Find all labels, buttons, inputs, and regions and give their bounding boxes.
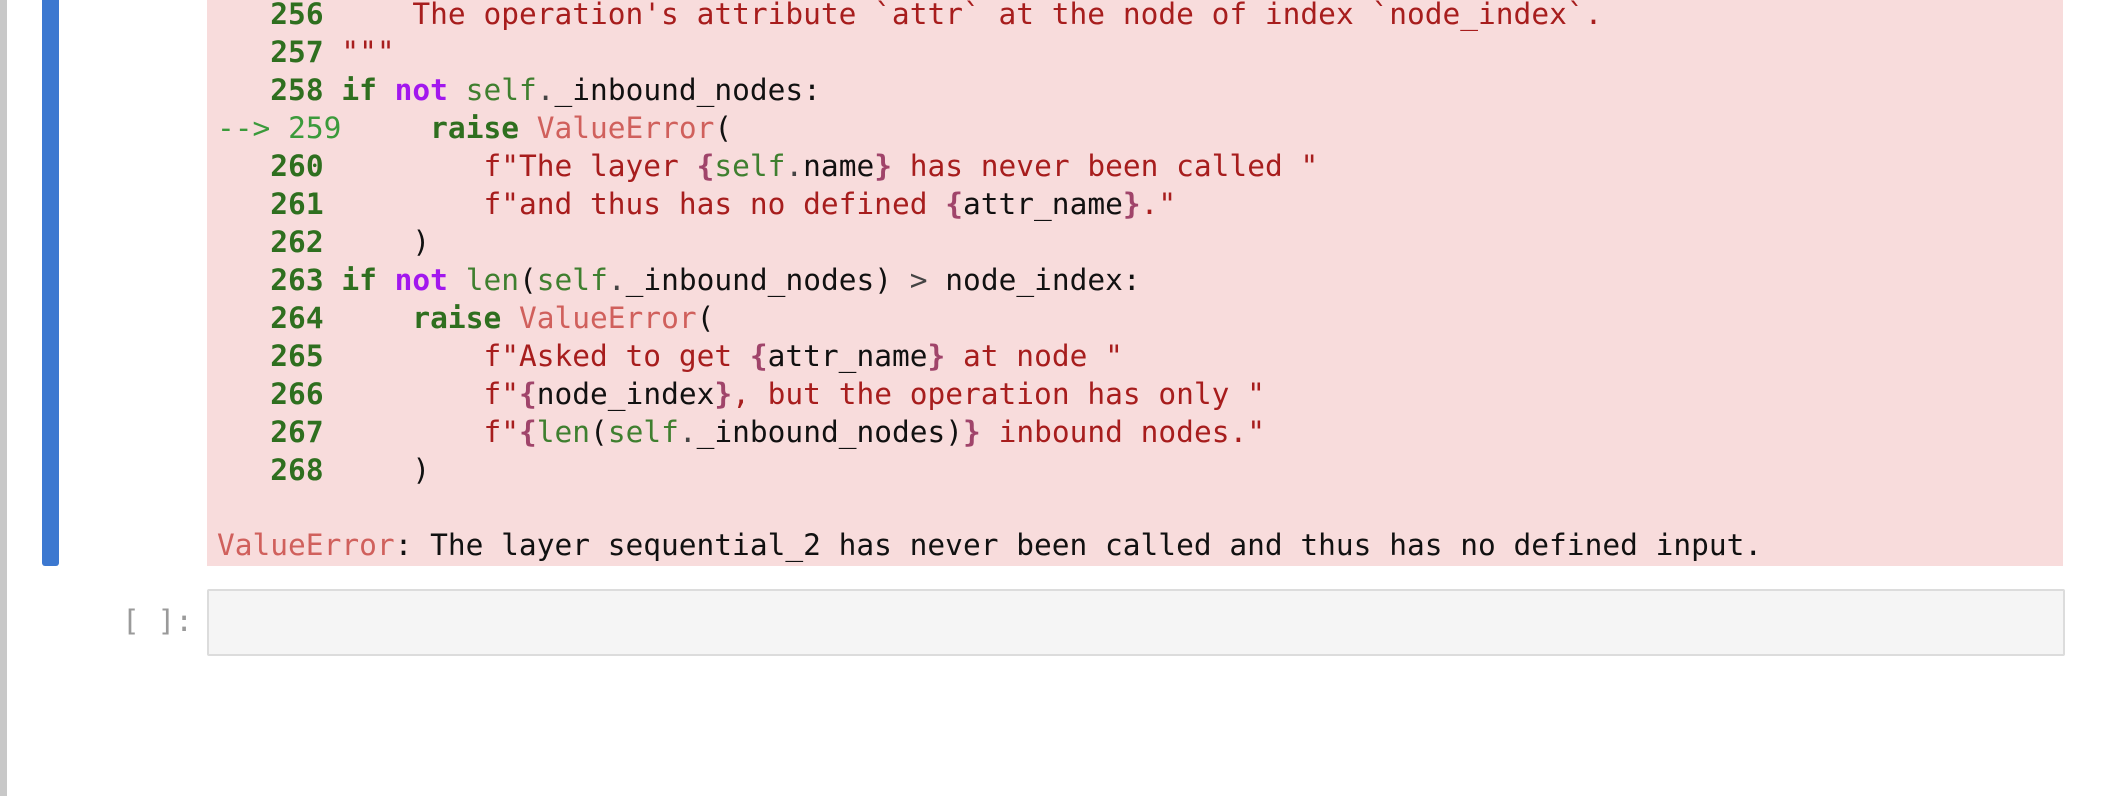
line-number: 263 [270, 263, 324, 297]
line-number: 265 [270, 339, 324, 373]
traceback-line-268: 268 ) [270, 453, 431, 487]
line-number: 267 [270, 415, 324, 449]
line-number: 257 [270, 35, 324, 69]
traceback-line-263: 263 if not len(self._inbound_nodes) > no… [270, 263, 1141, 297]
traceback-line-267: 267 f"{len(self._inbound_nodes)} inbound… [270, 415, 1265, 449]
line-number: 259 [288, 111, 342, 145]
traceback-line-256: 256 The operation's attribute `attr` at … [217, 0, 1602, 33]
traceback-line-264: 264 raise ValueError( [270, 301, 715, 335]
left-scrollbar[interactable] [0, 0, 7, 796]
traceback-line-262: 262 ) [270, 225, 431, 259]
traceback-line-259-current: --> 259 raise ValueError( [217, 111, 733, 145]
traceback-line-266: 266 f"{node_index}, but the operation ha… [270, 377, 1265, 411]
traceback-line-257: 257 """ [270, 35, 395, 69]
traceback-line-265: 265 f"Asked to get {attr_name} at node " [270, 339, 1123, 373]
line-number: 261 [270, 187, 324, 221]
line-number: 268 [270, 453, 324, 487]
error-summary: ValueError: The layer sequential_2 has n… [217, 526, 1762, 564]
line-number: 266 [270, 377, 324, 411]
traceback-line-258: 258 if not self._inbound_nodes: [270, 73, 821, 107]
line-number: 260 [270, 149, 324, 183]
traceback-line-261: 261 f"and thus has no defined {attr_name… [270, 187, 1177, 221]
error-type: ValueError [217, 528, 395, 562]
line-number: 264 [270, 301, 324, 335]
error-message: : The layer sequential_2 has never been … [394, 528, 1763, 562]
line-number: 262 [270, 225, 324, 259]
traceback-line-260: 260 f"The layer {self.name} has never be… [270, 149, 1319, 183]
line-number: 256 [270, 0, 324, 31]
code-input-cell[interactable] [207, 589, 2065, 656]
input-prompt: [ ]: [122, 604, 194, 638]
current-line-arrow: --> [217, 111, 271, 145]
selected-cell-marker[interactable] [42, 0, 59, 566]
line-number: 258 [270, 73, 324, 107]
